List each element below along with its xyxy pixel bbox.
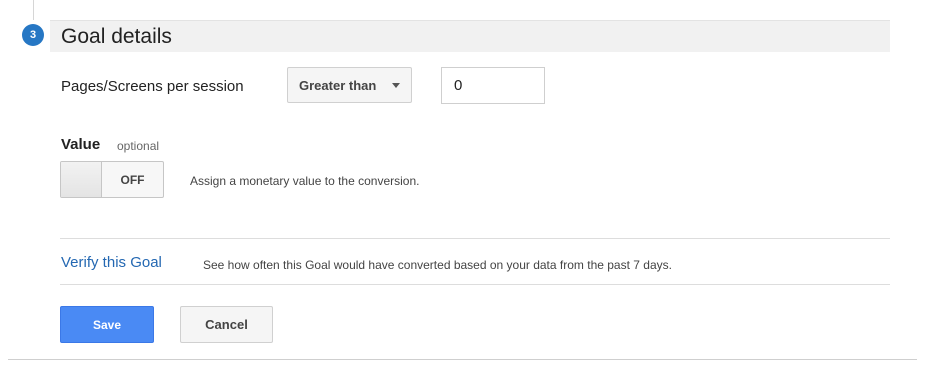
value-toggle[interactable]: OFF: [60, 161, 164, 198]
monetary-value-description: Assign a monetary value to the conversio…: [190, 174, 420, 188]
caret-down-icon: [392, 83, 400, 88]
step-connector-line: [33, 0, 34, 20]
step-number-badge: 3: [22, 24, 44, 46]
verify-goal-description: See how often this Goal would have conve…: [203, 258, 672, 272]
section-header: Goal details: [50, 20, 890, 52]
section-title: Goal details: [61, 25, 172, 48]
toggle-state-label: OFF: [120, 172, 145, 187]
save-button[interactable]: Save: [60, 306, 154, 343]
value-label: Value: [61, 136, 101, 153]
bottom-divider: [8, 359, 917, 360]
toggle-knob: [61, 162, 102, 197]
comparison-operator-value: Greater than: [299, 77, 377, 93]
verify-goal-link[interactable]: Verify this Goal: [61, 254, 162, 271]
comparison-operator-dropdown[interactable]: Greater than: [287, 67, 412, 103]
optional-label: optional: [117, 139, 160, 153]
divider: [60, 238, 890, 239]
pages-count-input[interactable]: [441, 67, 545, 104]
cancel-button[interactable]: Cancel: [180, 306, 273, 343]
divider: [60, 284, 890, 285]
pages-per-session-label: Pages/Screens per session: [61, 78, 244, 95]
